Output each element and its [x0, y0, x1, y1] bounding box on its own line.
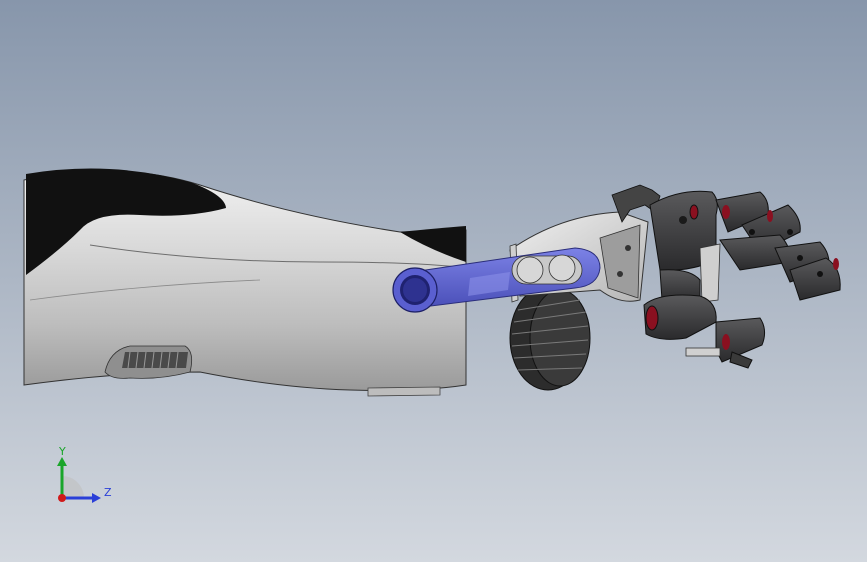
- thumb-joint: [645, 305, 659, 331]
- graphics-viewport[interactable]: Y Z: [0, 0, 867, 562]
- hand-assembly[interactable]: [643, 190, 841, 369]
- y-arrow-icon: [57, 457, 67, 466]
- x-axis-dot: [58, 494, 66, 502]
- pulley-wheel[interactable]: [509, 285, 591, 391]
- y-axis-label: Y: [58, 445, 66, 458]
- triad-plane: [62, 476, 84, 498]
- z-arrow-icon: [92, 493, 101, 503]
- z-axis-label: Z: [104, 486, 112, 499]
- orientation-triad: Y Z: [57, 445, 112, 503]
- prosthetic-arm-model[interactable]: [0, 0, 867, 562]
- socket-strap-tab: [104, 345, 193, 379]
